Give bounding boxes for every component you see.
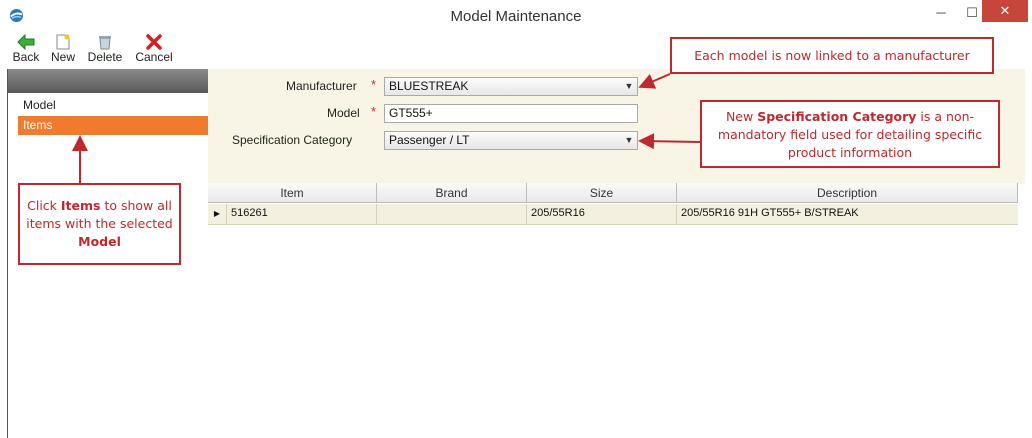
callout-items-text-bold2: Model [78,234,121,249]
nav-header [8,69,208,93]
model-input[interactable]: GT555+ [384,104,638,123]
back-button[interactable]: Back [10,34,42,64]
trash-icon [99,36,111,50]
delete-button[interactable]: Delete [84,34,126,64]
manufacturer-select[interactable]: BLUESTREAK ▼ [384,77,638,96]
cancel-label: Cancel [135,50,173,64]
spec-category-label: Specification Category [232,133,353,147]
back-arrow-icon [17,34,35,50]
callout-items: Click Items to show all items with the s… [18,183,181,265]
column-header-size[interactable]: Size [527,183,677,203]
row-selector-icon: ▶ [208,204,227,224]
table-row[interactable]: ▶ 516261 205/55R16 205/55R16 91H GT555+ … [208,204,1018,225]
cell-size: 205/55R16 [527,204,677,224]
new-label: New [50,50,75,64]
column-header-brand[interactable]: Brand [377,183,527,203]
spec-category-select[interactable]: Passenger / LT ▼ [384,131,638,150]
model-required-mark: * [371,104,377,119]
cancel-x-icon [146,34,162,50]
spec-category-value: Passenger / LT [389,133,470,147]
callout-manufacturer-text: Each model is now linked to a manufactur… [694,48,970,63]
cell-brand [377,204,527,224]
callout-spec-text-bold: Specification Category [757,109,917,124]
window-title: Model Maintenance [450,8,582,25]
column-header-description[interactable]: Description [677,183,1018,203]
chevron-down-icon: ▼ [624,135,634,145]
nav-item-model[interactable]: Model [18,96,208,115]
model-label: Model [327,106,360,120]
callout-items-text-bold: Items [60,198,101,213]
callout-items-text-pre: Click [27,198,61,213]
manufacturer-label: Manufacturer [286,79,357,93]
delete-label: Delete [87,50,123,64]
minimize-button[interactable]: ─ [925,2,957,24]
cell-item: 516261 [227,204,377,224]
chevron-down-icon: ▼ [624,81,634,91]
nav-item-items[interactable]: Items [18,116,208,135]
new-button[interactable]: New [48,34,78,64]
back-label: Back [12,50,40,64]
manufacturer-required-mark: * [371,77,377,92]
callout-spec-text-pre: New [725,109,758,124]
cell-description: 205/55R16 91H GT555+ B/STREAK [681,207,859,219]
cancel-button[interactable]: Cancel [132,34,176,64]
close-button[interactable]: ✕ [982,0,1028,22]
callout-manufacturer: Each model is now linked to a manufactur… [670,37,994,74]
title-bar: Model Maintenance ─ ☐ ✕ [0,0,1032,32]
callout-spec-category: New Specification Category is a non-mand… [700,100,1000,168]
column-header-item[interactable]: Item [208,183,377,203]
new-document-icon [56,34,70,50]
items-grid: Item Brand Size Description ▶ 516261 205… [208,183,1026,438]
manufacturer-value: BLUESTREAK [389,79,469,93]
